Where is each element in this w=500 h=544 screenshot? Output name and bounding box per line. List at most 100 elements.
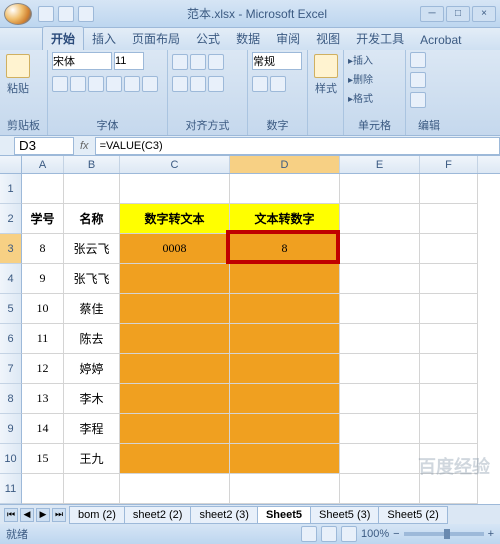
format-button[interactable]: ▸格式 [348, 90, 373, 105]
cell-D10[interactable] [230, 444, 340, 474]
italic-icon[interactable] [70, 76, 86, 92]
cell-E2[interactable] [340, 204, 420, 234]
ribbon-tab-公式[interactable]: 公式 [188, 27, 228, 50]
ribbon-tab-开发工具[interactable]: 开发工具 [348, 27, 412, 50]
cell-F1[interactable] [420, 174, 478, 204]
paste-button[interactable]: 粘贴 [4, 52, 32, 98]
sheet-tab-sheet2-(3)[interactable]: sheet2 (3) [190, 506, 258, 524]
align-right-icon[interactable] [208, 76, 224, 92]
tab-nav-prev[interactable]: ◀ [20, 508, 34, 522]
number-format-combo[interactable] [252, 52, 302, 70]
cell-F9[interactable] [420, 414, 478, 444]
save-icon[interactable] [38, 6, 54, 22]
cell-A10[interactable]: 15 [22, 444, 64, 474]
autosum-icon[interactable] [410, 52, 426, 68]
cell-E1[interactable] [340, 174, 420, 204]
cell-F10[interactable] [420, 444, 478, 474]
row-header-4[interactable]: 4 [0, 264, 22, 294]
spreadsheet-grid[interactable]: ABCDEF 1234567891011 学号名称数字转文本文本转数字8张云飞0… [0, 156, 500, 504]
ribbon-tab-视图[interactable]: 视图 [308, 27, 348, 50]
cell-F6[interactable] [420, 324, 478, 354]
cell-C6[interactable] [120, 324, 230, 354]
sheet-tab-sheet2-(2)[interactable]: sheet2 (2) [124, 506, 192, 524]
cell-F3[interactable] [420, 234, 478, 264]
cell-E7[interactable] [340, 354, 420, 384]
cell-C5[interactable] [120, 294, 230, 324]
maximize-button[interactable]: □ [446, 6, 470, 22]
formula-input[interactable] [95, 137, 500, 155]
tab-nav-first[interactable]: ⏮ [4, 508, 18, 522]
cell-E9[interactable] [340, 414, 420, 444]
sort-icon[interactable] [410, 72, 426, 88]
find-icon[interactable] [410, 92, 426, 108]
cell-C1[interactable] [120, 174, 230, 204]
border-icon[interactable] [106, 76, 122, 92]
cell-E3[interactable] [340, 234, 420, 264]
row-header-7[interactable]: 7 [0, 354, 22, 384]
cell-C11[interactable] [120, 474, 230, 504]
cell-F4[interactable] [420, 264, 478, 294]
cell-C2[interactable]: 数字转文本 [120, 204, 230, 234]
align-left-icon[interactable] [172, 76, 188, 92]
ribbon-tab-开始[interactable]: 开始 [42, 26, 84, 50]
cell-A7[interactable]: 12 [22, 354, 64, 384]
col-header-A[interactable]: A [22, 156, 64, 173]
align-middle-icon[interactable] [190, 54, 206, 70]
cell-A1[interactable] [22, 174, 64, 204]
row-header-6[interactable]: 6 [0, 324, 22, 354]
col-header-F[interactable]: F [420, 156, 478, 173]
cell-A2[interactable]: 学号 [22, 204, 64, 234]
cell-A6[interactable]: 11 [22, 324, 64, 354]
cell-D8[interactable] [230, 384, 340, 414]
zoom-out-button[interactable]: − [393, 528, 399, 540]
ribbon-tab-页面布局[interactable]: 页面布局 [124, 27, 188, 50]
sheet-tab-bom-(2)[interactable]: bom (2) [69, 506, 125, 524]
cell-A5[interactable]: 10 [22, 294, 64, 324]
cell-E11[interactable] [340, 474, 420, 504]
close-button[interactable]: × [472, 6, 496, 22]
align-top-icon[interactable] [172, 54, 188, 70]
cell-B5[interactable]: 蔡佳 [64, 294, 120, 324]
cell-D9[interactable] [230, 414, 340, 444]
cell-E5[interactable] [340, 294, 420, 324]
cell-E8[interactable] [340, 384, 420, 414]
row-header-1[interactable]: 1 [0, 174, 22, 204]
insert-button[interactable]: ▸插入 [348, 52, 373, 67]
cell-D6[interactable] [230, 324, 340, 354]
sheet-tab-Sheet5-(3)[interactable]: Sheet5 (3) [310, 506, 379, 524]
cell-A9[interactable]: 14 [22, 414, 64, 444]
percent-icon[interactable] [252, 76, 268, 92]
cell-B11[interactable] [64, 474, 120, 504]
cell-B10[interactable]: 王九 [64, 444, 120, 474]
row-header-10[interactable]: 10 [0, 444, 22, 474]
fill-color-icon[interactable] [124, 76, 140, 92]
comma-icon[interactable] [270, 76, 286, 92]
cells-area[interactable]: 学号名称数字转文本文本转数字8张云飞000889张飞飞10蔡佳11陈去12婷婷1… [22, 174, 478, 504]
row-header-8[interactable]: 8 [0, 384, 22, 414]
cell-F8[interactable] [420, 384, 478, 414]
ribbon-tab-审阅[interactable]: 审阅 [268, 27, 308, 50]
font-size-combo[interactable] [114, 52, 144, 70]
zoom-in-button[interactable]: + [488, 528, 494, 540]
ribbon-tab-插入[interactable]: 插入 [84, 27, 124, 50]
col-header-D[interactable]: D [230, 156, 340, 173]
cell-F7[interactable] [420, 354, 478, 384]
cell-C9[interactable] [120, 414, 230, 444]
cell-F5[interactable] [420, 294, 478, 324]
underline-icon[interactable] [88, 76, 104, 92]
cell-B8[interactable]: 李木 [64, 384, 120, 414]
col-header-C[interactable]: C [120, 156, 230, 173]
sheet-tab-Sheet5[interactable]: Sheet5 [257, 506, 311, 524]
office-button[interactable] [4, 3, 32, 25]
cell-C7[interactable] [120, 354, 230, 384]
cell-A11[interactable] [22, 474, 64, 504]
select-all-corner[interactable] [0, 156, 22, 173]
bold-icon[interactable] [52, 76, 68, 92]
col-header-E[interactable]: E [340, 156, 420, 173]
cell-B6[interactable]: 陈去 [64, 324, 120, 354]
cell-E4[interactable] [340, 264, 420, 294]
cell-D1[interactable] [230, 174, 340, 204]
view-layout-icon[interactable] [321, 526, 337, 542]
view-pagebreak-icon[interactable] [341, 526, 357, 542]
redo-icon[interactable] [78, 6, 94, 22]
